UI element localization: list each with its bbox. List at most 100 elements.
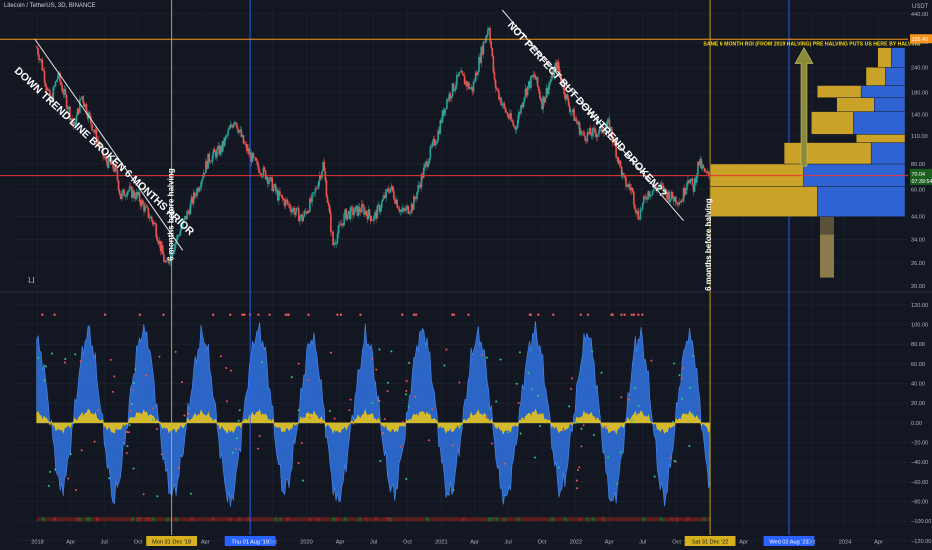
candle-body [458, 72, 460, 77]
signal-dot [600, 371, 603, 374]
signal-dot [575, 479, 578, 482]
signal-strip-seg [578, 517, 582, 522]
y-tick-label: 20.00 [911, 284, 925, 290]
candle-body [126, 191, 129, 197]
x-tick-label: Oct [672, 540, 681, 546]
signal-dot [451, 444, 454, 447]
osc-tick-label: −100.00 [911, 519, 931, 525]
candle-body [330, 213, 332, 232]
candle-body [279, 191, 281, 196]
signal-strip-seg [95, 517, 99, 522]
candle-body [669, 199, 672, 202]
top-signal-dot [632, 313, 636, 316]
signal-dot [527, 371, 530, 374]
volume-profile-bar [836, 97, 875, 112]
candle-body [422, 167, 425, 178]
candle-body [568, 105, 571, 112]
signal-dot [72, 422, 75, 425]
candle-body [539, 91, 541, 98]
signal-dot [576, 487, 579, 490]
candle-body [349, 207, 352, 219]
candle-body [505, 112, 508, 113]
signal-dot [320, 421, 323, 424]
osc-tick-label: −120.00 [911, 539, 931, 545]
signal-dot [54, 468, 57, 471]
signal-dot [569, 387, 572, 390]
signal-dot [189, 492, 192, 495]
signal-dot [582, 424, 585, 427]
candle-body [337, 225, 340, 234]
candle-body [37, 47, 39, 55]
candle-body [472, 81, 475, 92]
candle-body [64, 89, 67, 96]
signal-dot [74, 353, 77, 356]
top-signal-dot [537, 313, 540, 316]
candle-body [125, 196, 128, 197]
candle-body [358, 207, 361, 212]
signal-strip-seg [660, 517, 664, 522]
x-tick-label: 2018 [31, 540, 43, 546]
candle-body [435, 143, 437, 146]
candle-body [469, 88, 471, 89]
osc-tick-label: 120.00 [911, 303, 928, 309]
signal-strip-seg [279, 517, 283, 522]
candle-body [263, 167, 266, 171]
signal-dot [499, 358, 502, 361]
signal-dot [515, 382, 518, 385]
top-signal-dot [579, 313, 583, 316]
signal-dot [445, 348, 448, 351]
top-signal-dot [620, 313, 623, 316]
osc-tick-label: 80.00 [911, 342, 925, 348]
candle-body [79, 98, 81, 114]
candle-body [387, 188, 390, 192]
candle-body [82, 96, 84, 103]
candle-body [583, 132, 585, 136]
volume-profile-bar [856, 134, 906, 143]
signal-strip-seg [564, 517, 568, 522]
signal-dot [128, 424, 131, 427]
x-tick-label: Apr [66, 540, 75, 546]
signal-dot [672, 420, 675, 423]
signal-dot [568, 405, 571, 408]
candle-body [389, 187, 392, 193]
signal-dot [69, 453, 72, 456]
signal-dot [160, 453, 163, 456]
signal-strip-seg [316, 517, 320, 522]
candle-body [258, 166, 260, 173]
candle-body [581, 131, 583, 133]
signal-dot [302, 479, 305, 482]
candle-body [56, 76, 59, 80]
signal-dot [673, 362, 676, 365]
signal-strip-seg [516, 517, 520, 522]
candle-body [146, 206, 149, 208]
candle-body [123, 189, 125, 197]
candle-body [459, 72, 462, 73]
halving-annotation: 6 months before halving [166, 168, 175, 261]
candle-body [391, 185, 394, 192]
signal-dot [133, 382, 136, 385]
signal-dot [485, 356, 488, 359]
candle-body [584, 135, 586, 141]
candle-body [311, 193, 313, 203]
candle-body [272, 186, 275, 192]
candle-body [368, 209, 371, 216]
candle-body [147, 207, 150, 218]
candle-body [596, 134, 599, 138]
candle-body [385, 189, 387, 198]
candle-body [380, 201, 383, 208]
candle-body [189, 203, 192, 215]
signal-strip-seg [374, 517, 378, 522]
candle-body [436, 140, 438, 144]
candle-body [626, 186, 628, 188]
candle-body [547, 85, 550, 95]
candle-body [150, 216, 153, 221]
x-tick-label: Jul [505, 540, 512, 546]
candle-body [254, 157, 257, 161]
candle-body [186, 210, 188, 220]
top-signal-dot [623, 313, 626, 316]
chart-canvas[interactable]: DOWN TREND LINE BROKEN 6 MONTHS PRIOR NOT… [0, 0, 932, 550]
signal-strip-seg [585, 517, 589, 522]
signal-strip-seg [642, 517, 646, 522]
signal-dot [506, 431, 509, 434]
top-signal-dot [467, 313, 470, 316]
